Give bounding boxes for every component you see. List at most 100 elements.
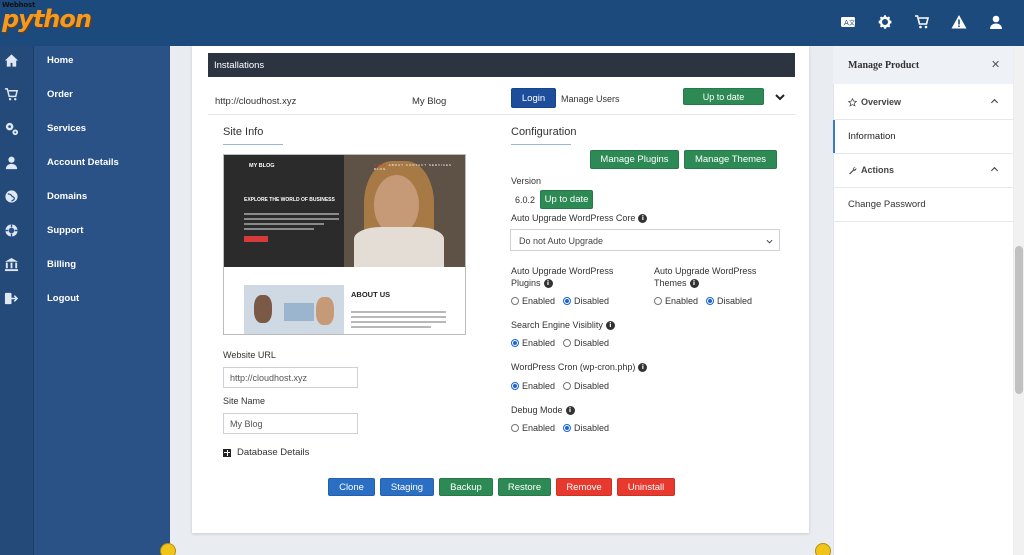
gear-icon[interactable] (875, 12, 895, 32)
chevron-up-icon[interactable] (990, 97, 999, 106)
chevron-down-icon[interactable] (774, 91, 786, 103)
configuration-underline (511, 144, 571, 145)
chat-bubble-icon[interactable] (160, 543, 176, 555)
manage-users-link[interactable]: Manage Users (561, 94, 620, 104)
search-enabled-radio[interactable] (511, 339, 519, 347)
backup-button[interactable]: Backup (439, 478, 493, 496)
sidebar-item-label: Billing (47, 259, 77, 270)
preview-text-line (351, 311, 446, 313)
sidebar-item-services[interactable]: Services (0, 114, 170, 144)
chevron-down-icon (766, 237, 773, 244)
sidebar-item-logout[interactable]: Logout (0, 284, 170, 314)
user-icon[interactable] (986, 12, 1006, 32)
auto-upgrade-plugins-radios: Enabled Disabled (511, 296, 609, 306)
translate-icon[interactable]: A文 (838, 12, 858, 32)
manage-plugins-button[interactable]: Manage Plugins (590, 150, 679, 169)
preview-text-line (244, 223, 324, 225)
chevron-up-icon[interactable] (990, 165, 999, 174)
radio-label: Enabled (522, 296, 556, 306)
information-link[interactable]: Information (848, 131, 896, 142)
cron-radios: Enabled Disabled (511, 381, 609, 391)
manage-product-title: Manage Product (848, 60, 920, 71)
actions-section[interactable]: Actions (848, 165, 894, 175)
staging-button[interactable]: Staging (380, 478, 434, 496)
sidebar-item-label: Services (47, 123, 87, 134)
preview-nav-item: ABOUT (388, 163, 404, 167)
cron-enabled-radio[interactable] (511, 382, 519, 390)
site-name-input[interactable]: My Blog (223, 413, 358, 434)
site-name-label: Site Name (223, 396, 266, 406)
info-icon[interactable]: i (689, 279, 699, 289)
chat-bubble-icon[interactable] (815, 543, 831, 555)
radio-label: Disabled (574, 423, 610, 433)
database-details-toggle[interactable]: Database Details (223, 447, 309, 458)
actions-label: Actions (861, 165, 895, 175)
clone-button[interactable]: Clone (328, 478, 375, 496)
preview-text-line (351, 316, 446, 318)
website-url-input[interactable]: http://cloudhost.xyz (223, 367, 358, 388)
preview-about-heading: ABOUT US (351, 290, 391, 299)
sidebar-item-label: Home (47, 55, 74, 66)
search-engine-radios: Enabled Disabled (511, 338, 609, 348)
alert-icon[interactable] (949, 12, 969, 32)
debug-mode-radios: Enabled Disabled (511, 423, 609, 433)
preview-nav-item: SERVICES (428, 163, 452, 167)
cron-label: WordPress Cron (wp-cron.php) i (511, 362, 648, 373)
auto-upgrade-core-label: Auto Upgrade WordPress Core i (511, 213, 648, 224)
gears-icon (4, 121, 19, 136)
sidebar-item-support[interactable]: Support (0, 216, 170, 246)
overview-section[interactable]: Overview (848, 97, 901, 107)
auto-upgrade-themes-label: Auto Upgrade WordPress Themes i (654, 266, 757, 289)
radio-label: Enabled (522, 423, 556, 433)
version-value: 6.0.2 (515, 195, 536, 205)
sidebar-item-label: Logout (47, 293, 80, 304)
search-disabled-radio[interactable] (563, 339, 572, 347)
manage-themes-button[interactable]: Manage Themes (684, 150, 777, 169)
cart-icon[interactable] (912, 12, 932, 32)
debug-mode-label: Debug Mode i (511, 405, 575, 416)
sidebar-item-account-details[interactable]: Account Details (0, 148, 170, 178)
login-button[interactable]: Login (511, 88, 556, 108)
installation-blog-name: My Blog (412, 96, 447, 107)
up-to-date-button[interactable]: Up to date (683, 88, 764, 105)
debug-disabled-radio[interactable] (563, 424, 572, 432)
plugins-disabled-radio[interactable] (563, 297, 572, 305)
themes-disabled-radio[interactable] (706, 297, 715, 305)
version-up-to-date-button[interactable]: Up to date (540, 190, 593, 209)
lifebuoy-icon (4, 223, 19, 238)
info-icon[interactable]: i (638, 363, 648, 373)
sidebar-item-billing[interactable]: Billing (0, 250, 170, 280)
cron-disabled-radio[interactable] (563, 382, 572, 390)
brand-logo[interactable]: Webhost python (0, 0, 110, 40)
info-icon[interactable]: i (543, 279, 553, 289)
change-password-link[interactable]: Change Password (848, 199, 926, 210)
overview-label: Overview (861, 97, 902, 107)
database-details-label: Database Details (237, 447, 310, 458)
info-icon[interactable]: i (638, 214, 648, 224)
themes-enabled-radio[interactable] (654, 297, 662, 305)
info-icon[interactable]: i (605, 321, 615, 331)
scrollbar-thumb[interactable] (1015, 246, 1023, 394)
remove-button[interactable]: Remove (556, 478, 612, 496)
plugins-enabled-radio[interactable] (511, 297, 519, 305)
restore-button[interactable]: Restore (498, 478, 551, 496)
preview-headline: EXPLORE THE WORLD OF BUSINESS (244, 197, 335, 203)
preview-text-line (244, 213, 339, 215)
preview-nav-item: CONTACT (405, 163, 428, 167)
close-icon[interactable]: ✕ (991, 58, 1000, 71)
sidebar-item-home[interactable]: Home (0, 46, 170, 76)
row-divider (208, 114, 795, 115)
preview-text-line (244, 218, 339, 220)
uninstall-button[interactable]: Uninstall (617, 478, 675, 496)
sidebar-item-domains[interactable]: Domains (0, 182, 170, 212)
top-bar: Webhost python A文 (0, 0, 1024, 46)
info-icon[interactable]: i (565, 406, 575, 416)
cart-icon (4, 87, 19, 102)
sidebar-item-order[interactable]: Order (0, 80, 170, 110)
sidebar: Home Order Services Account Details Doma… (0, 46, 170, 555)
preview-face (374, 175, 419, 235)
auto-upgrade-core-select[interactable]: Do not Auto Upgrade (510, 229, 780, 251)
debug-enabled-radio[interactable] (511, 424, 519, 432)
panel-divider (833, 221, 1013, 222)
installation-url[interactable]: http://cloudhost.xyz (215, 96, 296, 107)
